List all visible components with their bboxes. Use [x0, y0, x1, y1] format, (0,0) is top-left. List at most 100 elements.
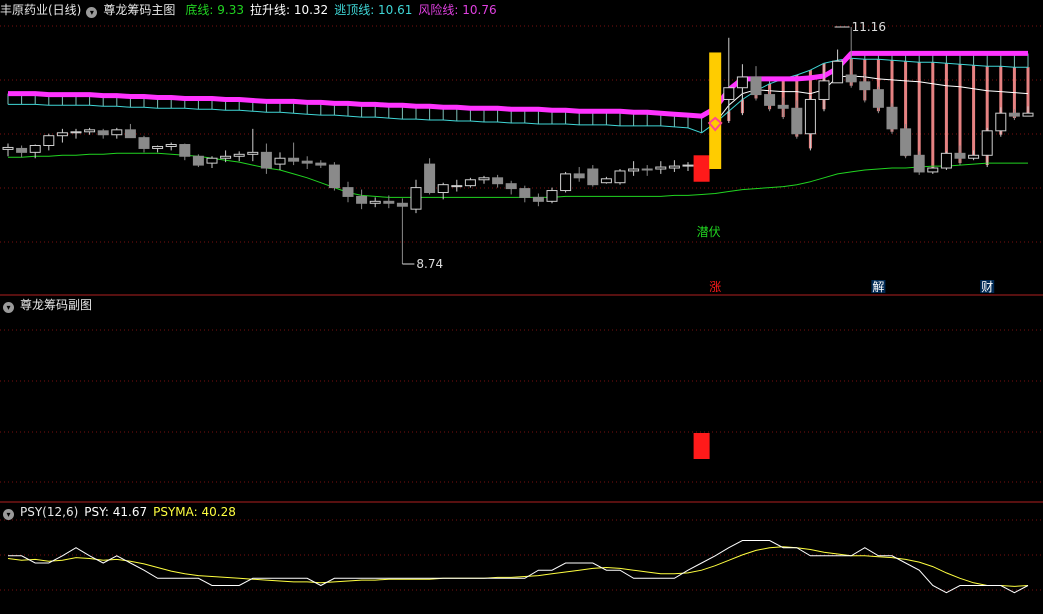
- stock-title[interactable]: 丰原药业(日线): [0, 3, 81, 17]
- candle-body: [546, 190, 558, 202]
- candle-11: [152, 145, 164, 153]
- candle-body: [791, 107, 803, 135]
- candle-body: [301, 160, 313, 164]
- candle-body: [233, 153, 245, 157]
- sub-signal-block: [693, 433, 710, 459]
- marker-jie: 解: [872, 280, 884, 294]
- candle-61: [832, 49, 844, 84]
- main-value-2: 逃顶线: 10.61: [334, 3, 413, 17]
- candle-3: [43, 133, 55, 151]
- candle-body: [587, 168, 599, 186]
- indicator-dropdown-icon[interactable]: ▾: [3, 302, 14, 313]
- candle-body: [736, 76, 748, 89]
- main-indicator-name[interactable]: 尊龙筹码主图: [103, 3, 175, 17]
- candle-57: [777, 97, 789, 120]
- candle-body: [260, 151, 272, 169]
- escape-bar-71: [972, 65, 976, 159]
- candle-body: [804, 98, 816, 135]
- sub-indicator-name[interactable]: 尊龙筹码副图: [20, 298, 92, 312]
- candle-body: [288, 157, 300, 162]
- candle-body: [492, 177, 504, 185]
- stock-chart[interactable]: 11.16 8.74 潜伏涨 解 财: [0, 0, 1043, 614]
- candle-54: [736, 64, 748, 116]
- candle-body: [342, 187, 354, 197]
- candle-56: [764, 88, 776, 112]
- candle-48: [655, 161, 667, 174]
- candle-25: [342, 181, 354, 203]
- candle-body: [29, 145, 41, 153]
- candle-15: [206, 156, 218, 169]
- candle-body: [356, 195, 368, 204]
- candle-67: [913, 151, 925, 175]
- main-indicator-values: 底线: 9.33 拉升线: 10.32 逃顶线: 10.61 风险线: 10.76: [181, 3, 502, 17]
- psy-label: PSY: 41.67: [84, 505, 148, 519]
- escape-bar-68: [931, 62, 935, 171]
- candle-body: [152, 145, 164, 149]
- qianfu-label: 潜伏: [697, 225, 721, 239]
- candle-65: [886, 103, 898, 134]
- candle-body: [16, 147, 28, 153]
- candle-body: [1008, 112, 1020, 117]
- signal-red-bar: [693, 155, 710, 182]
- candle-10: [138, 135, 150, 153]
- candle-39: [532, 193, 544, 207]
- psy-indicator-name[interactable]: PSY(12,6): [20, 505, 78, 519]
- candle-body: [995, 112, 1007, 132]
- candle-26: [356, 189, 368, 210]
- candle-body: [954, 152, 966, 159]
- candle-body: [560, 173, 572, 192]
- candle-body: [940, 152, 952, 169]
- candle-69: [940, 151, 952, 170]
- candle-44: [600, 176, 612, 184]
- candle-body: [519, 188, 531, 198]
- indicator-dropdown-icon[interactable]: ▾: [86, 7, 98, 18]
- candle-body: [818, 80, 830, 100]
- candle-body: [396, 202, 408, 207]
- candle-43: [587, 165, 599, 187]
- candle-body: [614, 170, 626, 184]
- candle-8: [111, 127, 123, 139]
- low-label: 8.74: [416, 257, 443, 271]
- candle-body: [872, 89, 884, 108]
- candle-body: [913, 154, 925, 173]
- candle-47: [641, 165, 653, 176]
- pull-line: [714, 75, 1029, 124]
- candle-body: [410, 187, 422, 210]
- candle-1: [16, 145, 28, 158]
- candle-58: [791, 100, 803, 139]
- candle-body: [859, 81, 871, 91]
- candle-body: [138, 137, 150, 149]
- bottom-line: [8, 152, 1028, 198]
- candle-21: [288, 142, 300, 166]
- candle-20: [274, 152, 286, 170]
- candle-body: [451, 185, 463, 188]
- candle-body: [220, 155, 232, 159]
- candle-23: [315, 160, 327, 169]
- candle-body: [981, 130, 993, 156]
- candle-body: [505, 183, 517, 190]
- candle-41: [560, 171, 572, 193]
- candle-0: [2, 143, 14, 157]
- candle-body: [900, 128, 912, 156]
- candle-body: [764, 94, 776, 106]
- candle-body: [600, 178, 612, 184]
- candle-66: [900, 123, 912, 159]
- candle-68: [927, 167, 939, 174]
- candle-38: [519, 185, 531, 203]
- candle-body: [437, 184, 449, 194]
- candle-body: [668, 165, 680, 169]
- sub-chart-header: ▾ 尊龙筹码副图: [0, 296, 98, 314]
- candle-19: [260, 143, 272, 174]
- main-value-1: 拉升线: 10.32: [249, 3, 329, 17]
- candle-body: [628, 168, 640, 172]
- candle-75: [1022, 106, 1034, 117]
- candle-body: [369, 200, 381, 204]
- candle-body: [464, 179, 476, 187]
- candle-body: [845, 74, 857, 83]
- psy-header: ▾ PSY(12,6) PSY: 41.67 PSYMA: 40.28: [0, 503, 242, 521]
- candle-body: [968, 154, 980, 159]
- candle-22: [301, 156, 313, 170]
- candle-30: [410, 179, 422, 214]
- indicator-dropdown-icon[interactable]: ▾: [3, 509, 14, 520]
- candle-body: [43, 135, 55, 146]
